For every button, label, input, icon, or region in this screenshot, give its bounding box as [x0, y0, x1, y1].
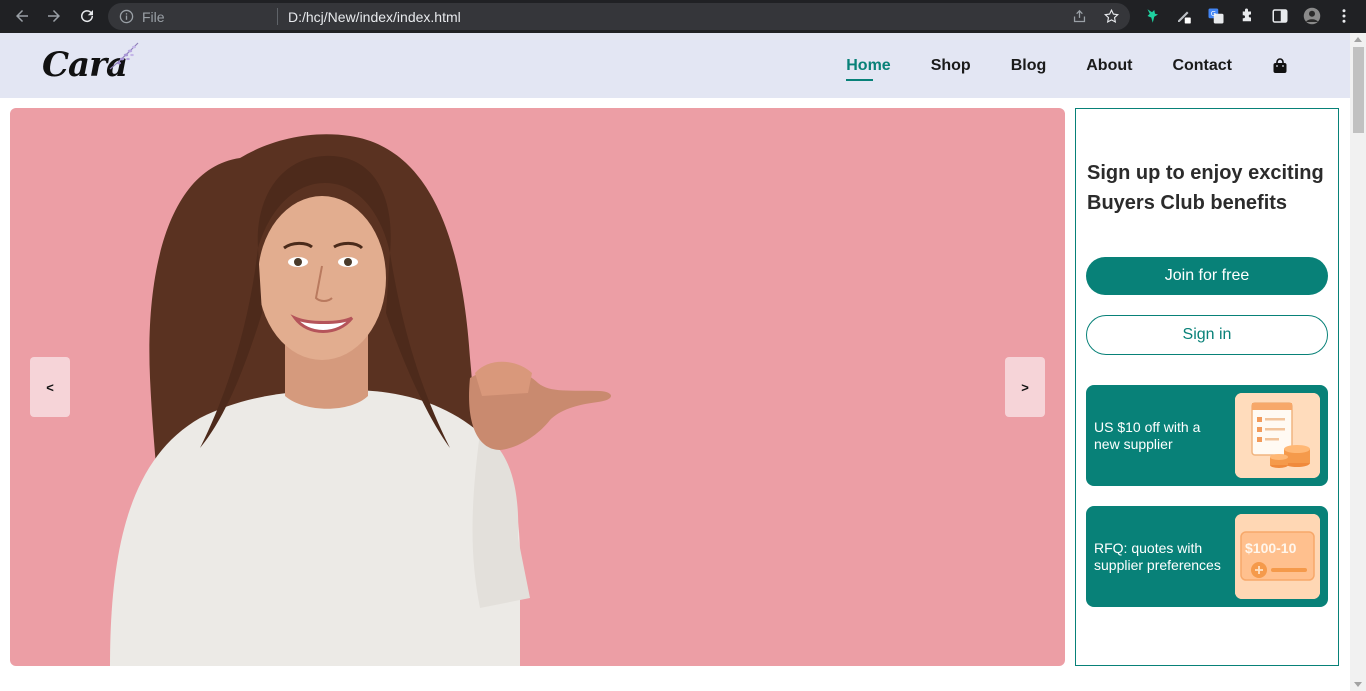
- svg-text:G: G: [1211, 10, 1216, 18]
- hero-model-image: [110, 134, 612, 666]
- nav-contact[interactable]: Contact: [1172, 57, 1232, 75]
- nav-about[interactable]: About: [1086, 57, 1132, 75]
- promo-text: RFQ: quotes with supplier preferences: [1094, 540, 1221, 573]
- buyers-club-panel: Sign up to enjoy exciting Buyers Club be…: [1075, 108, 1339, 666]
- scroll-up-arrow-icon[interactable]: [1354, 37, 1362, 42]
- sign-in-button[interactable]: Sign in: [1086, 315, 1328, 355]
- coupon-badge-text: $100-10: [1245, 540, 1297, 556]
- omnibox-separator: [277, 8, 278, 25]
- address-bar[interactable]: File D:/hcj/New/index/index.html: [108, 3, 1130, 30]
- join-for-free-button[interactable]: Join for free: [1086, 257, 1328, 295]
- page-scrollbar[interactable]: [1350, 33, 1366, 691]
- url-text[interactable]: D:/hcj/New/index/index.html: [288, 9, 461, 25]
- back-button[interactable]: [11, 5, 33, 27]
- forward-button[interactable]: [43, 5, 65, 27]
- carousel-prev-button[interactable]: <: [30, 357, 70, 417]
- promo-card-rfq[interactable]: RFQ: quotes with supplier preferences $1…: [1086, 506, 1328, 607]
- profile-avatar-icon[interactable]: [1301, 5, 1323, 27]
- arrow-left-icon: [16, 10, 28, 22]
- browser-menu-icon[interactable]: [1333, 5, 1355, 27]
- promo-card-supplier-discount[interactable]: US $10 off with a new supplier: [1086, 385, 1328, 486]
- hero-carousel: < >: [10, 108, 1065, 666]
- scroll-down-arrow-icon[interactable]: [1354, 682, 1362, 687]
- scroll-thumb[interactable]: [1353, 47, 1364, 133]
- translate-icon[interactable]: G: [1205, 5, 1227, 27]
- extension-pen-icon[interactable]: [1173, 5, 1195, 27]
- logo[interactable]: Cara: [42, 41, 152, 89]
- lavender-sprig-icon: [109, 42, 139, 70]
- shopping-bag-icon[interactable]: [1272, 57, 1288, 74]
- coupon-icon: $100-10: [1235, 514, 1320, 599]
- file-scheme-label: File: [142, 9, 165, 25]
- nav-home[interactable]: Home: [846, 57, 891, 81]
- arrow-right-icon: [48, 10, 60, 22]
- promo-text: US $10 off with a new supplier: [1094, 419, 1201, 452]
- extension-bird-icon[interactable]: [1141, 5, 1163, 27]
- browser-toolbar: File D:/hcj/New/index/index.html G: [0, 0, 1366, 33]
- share-icon[interactable]: [1071, 8, 1088, 25]
- nav-shop[interactable]: Shop: [931, 57, 971, 75]
- main-nav: Home Shop Blog About Contact: [826, 33, 1350, 98]
- nav-blog[interactable]: Blog: [1011, 57, 1047, 75]
- info-icon[interactable]: [119, 9, 134, 24]
- reload-button[interactable]: [76, 5, 98, 27]
- order-list-coins-icon: [1235, 393, 1320, 478]
- carousel-next-button[interactable]: >: [1005, 357, 1045, 417]
- reload-icon: [81, 10, 94, 23]
- extensions-puzzle-icon[interactable]: [1237, 5, 1259, 27]
- bookmark-star-icon[interactable]: [1103, 8, 1120, 25]
- site-header: Cara Home Shop Blog About Contact: [0, 33, 1350, 98]
- side-panel-icon[interactable]: [1269, 5, 1291, 27]
- panel-heading: Sign up to enjoy exciting Buyers Club be…: [1087, 162, 1324, 214]
